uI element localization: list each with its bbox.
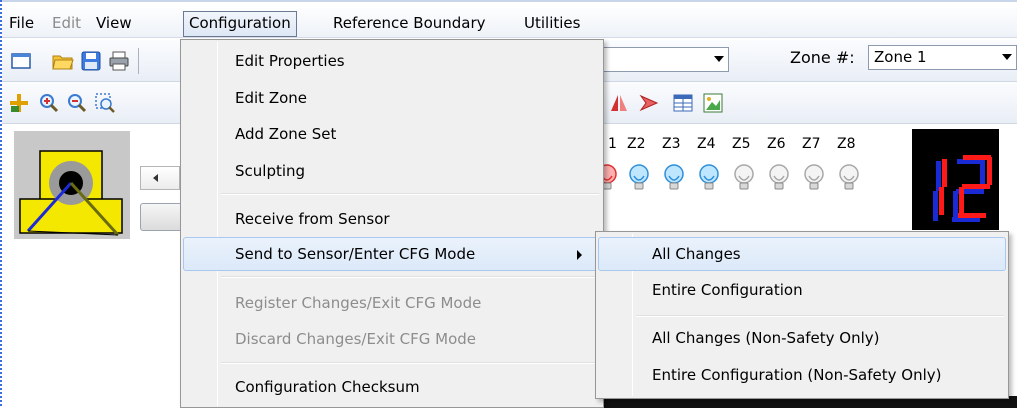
menu-item-configuration-checksum[interactable]: Configuration Checksum <box>183 370 601 404</box>
menu-view[interactable]: View <box>96 11 132 35</box>
open-folder-icon[interactable] <box>52 50 74 72</box>
menu-item-sculpting[interactable]: Sculpting <box>183 154 601 188</box>
zone-header-1: 1 <box>608 136 617 152</box>
view-select[interactable] <box>598 47 729 72</box>
menu-separator <box>636 315 1004 317</box>
menu-separator <box>221 193 599 195</box>
zone-header-z2: Z2 <box>627 136 646 152</box>
chevron-right-icon <box>577 250 582 260</box>
menu-separator <box>221 362 599 364</box>
submenu-item-all-changes-non-safety[interactable]: All Changes (Non-Safety Only) <box>598 321 1006 355</box>
menu-item-discard-changes[interactable]: Discard Changes/Exit CFG Mode <box>183 322 601 356</box>
mirror-icon[interactable] <box>608 92 630 114</box>
zone-select-value: Zone 1 <box>874 48 927 66</box>
chevron-down-icon <box>714 56 724 62</box>
zone-header-z8: Z8 <box>837 136 856 152</box>
origin-icon[interactable] <box>8 92 30 114</box>
menu-item-send-to-sensor[interactable]: Send to Sensor/Enter CFG Mode <box>183 237 601 271</box>
menu-utilities[interactable]: Utilities <box>524 11 580 35</box>
menubar <box>2 4 1017 38</box>
zone-header-z4: Z4 <box>697 136 716 152</box>
zone-5-bulb-icon <box>734 164 754 190</box>
zone-select[interactable]: Zone 1 <box>868 45 1017 70</box>
window-top-edge <box>0 0 1017 2</box>
zone-7-bulb-icon <box>804 164 824 190</box>
partially-hidden-button[interactable] <box>140 203 182 231</box>
chevron-left-icon <box>153 174 158 182</box>
new-icon[interactable] <box>10 50 32 72</box>
seven-segment-display: 12 <box>912 129 999 230</box>
print-icon[interactable] <box>108 50 130 72</box>
save-icon[interactable] <box>80 50 102 72</box>
zone-6-bulb-icon <box>769 164 789 190</box>
rotate-icon[interactable] <box>638 92 660 114</box>
menu-reference-boundary[interactable]: Reference Boundary <box>333 11 486 35</box>
menu-configuration[interactable]: Configuration <box>183 11 297 37</box>
zone-label: Zone #: <box>790 48 855 67</box>
menu-item-add-zone-set[interactable]: Add Zone Set <box>183 117 601 151</box>
zone-header-z5: Z5 <box>732 136 751 152</box>
submenu-item-all-changes[interactable]: All Changes <box>598 237 1006 271</box>
zone-8-bulb-icon <box>839 164 859 190</box>
menu-edit[interactable]: Edit <box>52 11 81 35</box>
menu-separator <box>221 276 599 278</box>
menu-item-send-to-sensor-label: Send to Sensor/Enter CFG Mode <box>235 245 476 263</box>
zoom-fit-icon[interactable] <box>94 92 116 114</box>
send-to-sensor-submenu: All Changes Entire Configuration All Cha… <box>595 231 1009 399</box>
menu-item-edit-properties[interactable]: Edit Properties <box>183 44 601 78</box>
zone-2-bulb-icon <box>629 164 649 190</box>
zoom-out-icon[interactable] <box>66 92 88 114</box>
zone-header-z7: Z7 <box>802 136 821 152</box>
zoom-in-icon[interactable] <box>38 92 60 114</box>
zone-4-bulb-icon <box>699 164 719 190</box>
configuration-menu: Edit Properties Edit Zone Add Zone Set S… <box>180 39 604 408</box>
zone-3-bulb-icon <box>664 164 684 190</box>
image-icon[interactable] <box>702 92 724 114</box>
submenu-item-entire-configuration-non-safety[interactable]: Entire Configuration (Non-Safety Only) <box>598 358 1006 392</box>
menu-item-receive-from-sensor[interactable]: Receive from Sensor <box>183 202 601 236</box>
toolbar-separator <box>138 48 139 74</box>
sensor-thumbnail-icon[interactable] <box>14 131 130 239</box>
zone-header-z6: Z6 <box>767 136 786 152</box>
menu-item-register-changes[interactable]: Register Changes/Exit CFG Mode <box>183 286 601 320</box>
table-icon[interactable] <box>672 92 694 114</box>
zone-header-z3: Z3 <box>662 136 681 152</box>
scroll-left-button[interactable] <box>140 166 180 190</box>
menu-file[interactable]: File <box>9 11 34 35</box>
chevron-down-icon <box>1002 54 1012 60</box>
menu-item-edit-zone[interactable]: Edit Zone <box>183 81 601 115</box>
submenu-item-entire-configuration[interactable]: Entire Configuration <box>598 273 1006 307</box>
